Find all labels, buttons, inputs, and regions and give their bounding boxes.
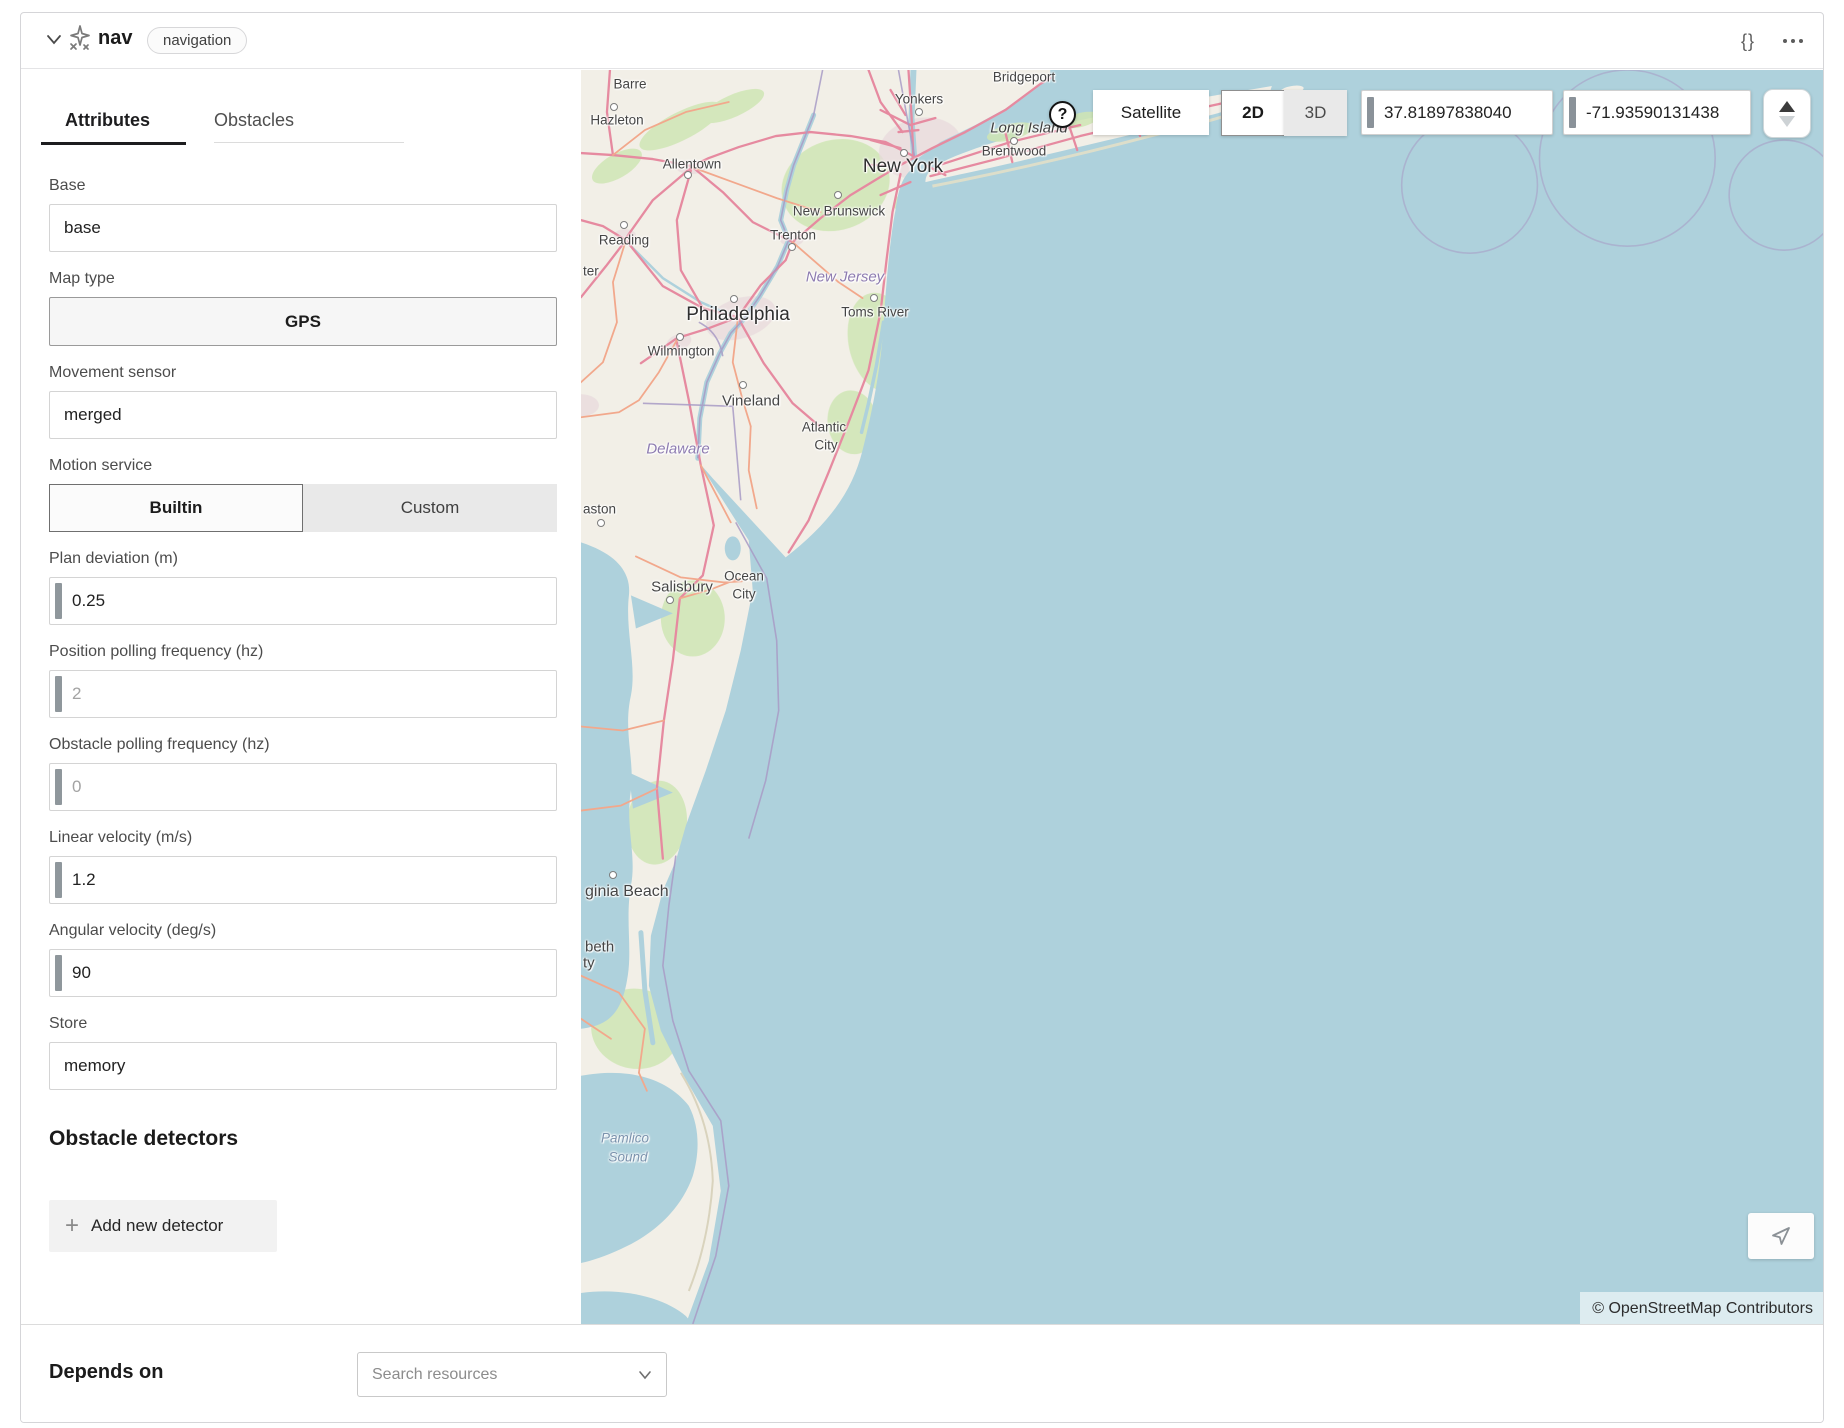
- number-drag-handle[interactable]: [1367, 97, 1374, 128]
- latitude-field: [1361, 90, 1553, 135]
- plus-icon: +: [65, 1216, 79, 1236]
- base-input[interactable]: [50, 205, 556, 251]
- add-detector-button[interactable]: + Add new detector: [49, 1200, 277, 1252]
- longitude-field: [1563, 90, 1751, 135]
- motion-service-label: Motion service: [49, 456, 557, 475]
- service-config-card: nav navigation {} Attributes Obstacles B…: [20, 12, 1824, 1423]
- base-label: Base: [49, 176, 557, 195]
- store-label: Store: [49, 1014, 557, 1033]
- tab-attributes[interactable]: Attributes: [41, 110, 186, 145]
- map-type-label: Map type: [49, 269, 557, 288]
- obstacle-polling-label: Obstacle polling frequency (hz): [49, 735, 557, 754]
- depends-on-section: Depends on Search resources: [21, 1324, 1823, 1422]
- latitude-input[interactable]: [1362, 91, 1552, 134]
- attributes-panel: Attributes Obstacles Base Map type GPS M…: [21, 70, 581, 1325]
- motion-service-builtin[interactable]: Builtin: [49, 484, 303, 532]
- tab-obstacles[interactable]: Obstacles: [214, 110, 404, 143]
- longitude-input[interactable]: [1564, 91, 1750, 134]
- number-drag-handle[interactable]: [55, 955, 62, 991]
- plan-deviation-label: Plan deviation (m): [49, 549, 557, 568]
- tab-bar: Attributes Obstacles: [41, 70, 557, 145]
- coordinate-stepper[interactable]: [1763, 89, 1811, 138]
- depends-on-heading: Depends on: [49, 1361, 163, 1384]
- motion-service-toggle: Builtin Custom: [49, 484, 557, 532]
- store-input[interactable]: [50, 1043, 556, 1089]
- map-2d-button[interactable]: 2D: [1221, 90, 1285, 136]
- plan-deviation-input[interactable]: [50, 578, 556, 624]
- position-polling-input[interactable]: [50, 671, 556, 717]
- number-drag-handle[interactable]: [55, 862, 62, 898]
- locate-button[interactable]: [1748, 1213, 1814, 1259]
- chevron-down-icon: [638, 1370, 652, 1380]
- obstacle-polling-input[interactable]: [50, 764, 556, 810]
- navigation-arrow-icon: [1769, 1224, 1793, 1248]
- map-type-gps-button[interactable]: GPS: [49, 297, 557, 346]
- search-resources-placeholder: Search resources: [372, 1366, 638, 1384]
- linear-velocity-input[interactable]: [50, 857, 556, 903]
- linear-velocity-label: Linear velocity (m/s): [49, 828, 557, 847]
- collapse-chevron-icon[interactable]: [46, 33, 62, 51]
- map-3d-button[interactable]: 3D: [1284, 90, 1347, 136]
- map-help-button[interactable]: ?: [1049, 101, 1076, 128]
- number-drag-handle[interactable]: [55, 676, 62, 712]
- position-polling-label: Position polling frequency (hz): [49, 642, 557, 661]
- card-header: nav navigation {}: [21, 13, 1823, 69]
- map-graphic: [581, 70, 1823, 1325]
- step-up-icon: [1779, 101, 1795, 112]
- angular-velocity-input[interactable]: [50, 950, 556, 996]
- map-canvas[interactable]: BarreHazletonAllentownYonkersBridgeportB…: [581, 70, 1823, 1325]
- angular-velocity-label: Angular velocity (deg/s): [49, 921, 557, 940]
- number-drag-handle[interactable]: [1569, 97, 1576, 128]
- obstacle-detectors-heading: Obstacle detectors: [49, 1127, 557, 1151]
- service-type-badge: navigation: [147, 27, 247, 54]
- motion-service-custom[interactable]: Custom: [303, 484, 557, 532]
- number-drag-handle[interactable]: [55, 769, 62, 805]
- movement-sensor-input[interactable]: [50, 392, 556, 438]
- service-name: nav: [98, 27, 132, 50]
- map-attribution: © OpenStreetMap Contributors: [1580, 1292, 1823, 1325]
- add-detector-label: Add new detector: [91, 1216, 223, 1236]
- more-menu-icon[interactable]: [1783, 39, 1803, 43]
- movement-sensor-label: Movement sensor: [49, 363, 557, 382]
- step-down-icon: [1779, 116, 1795, 127]
- json-code-icon[interactable]: {}: [1741, 31, 1755, 52]
- satellite-toggle-button[interactable]: Satellite: [1093, 90, 1209, 135]
- navigation-service-icon: [67, 24, 93, 57]
- depends-on-select[interactable]: Search resources: [357, 1352, 667, 1397]
- number-drag-handle[interactable]: [55, 583, 62, 619]
